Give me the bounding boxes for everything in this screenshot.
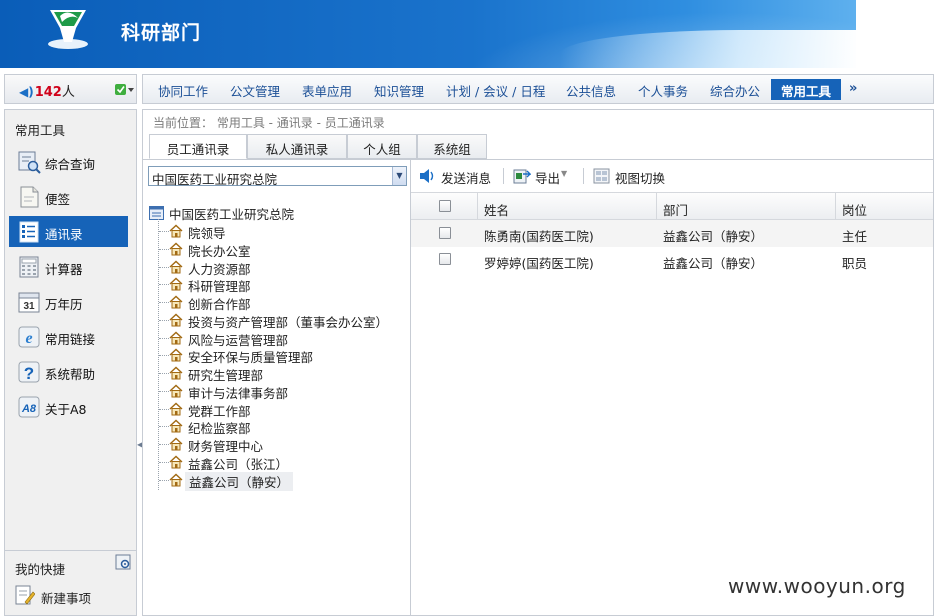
help-icon: ? bbox=[18, 361, 40, 383]
sidebar-item-calendar[interactable]: 31 万年历 bbox=[9, 286, 128, 317]
logo-icon bbox=[48, 10, 88, 49]
page-title: 科研部门 bbox=[121, 22, 202, 44]
svg-text:31: 31 bbox=[23, 301, 35, 312]
table-row[interactable]: 罗婷婷(国药医工院) 益鑫公司（静安） 职员 bbox=[411, 247, 933, 274]
column-header-post[interactable]: 岗位 bbox=[842, 200, 867, 219]
new-item-icon bbox=[15, 585, 35, 605]
tab-system-group[interactable]: 系统组 bbox=[417, 134, 487, 159]
chevron-down-icon[interactable]: ▼ bbox=[392, 167, 406, 185]
search-query-icon bbox=[18, 151, 41, 174]
sidebar: 常用工具 综合查询 便签 通讯录 计算器 31 万年历 e 常用链接 ? 系统帮… bbox=[4, 109, 137, 616]
sidebar-item-links[interactable]: e 常用链接 bbox=[9, 321, 128, 352]
note-icon bbox=[20, 186, 39, 208]
department-icon bbox=[169, 277, 183, 291]
sidebar-item-query[interactable]: 综合查询 bbox=[9, 146, 128, 177]
nav-item-personal[interactable]: 个人事务 bbox=[638, 81, 688, 100]
department-icon bbox=[169, 419, 183, 433]
cell-dept: 益鑫公司（静安） bbox=[663, 256, 764, 271]
link-icon: e bbox=[18, 326, 40, 348]
status-dropdown-icon[interactable] bbox=[115, 83, 135, 97]
speaker-icon bbox=[420, 169, 434, 183]
contacts-pane: 发送消息 导出 ▼ 视图切换 姓名 部门 岗位 陈勇南(国药医工院) 益鑫公司（… bbox=[411, 160, 933, 616]
calculator-icon bbox=[19, 256, 39, 278]
sidebar-item-about[interactable]: A8 关于A8 bbox=[9, 391, 128, 422]
select-all-checkbox[interactable] bbox=[439, 200, 451, 212]
org-select[interactable]: 中国医药工业研究总院 ▼ bbox=[148, 166, 407, 187]
online-count[interactable]: ◀)142人 bbox=[19, 81, 75, 100]
department-icon bbox=[169, 242, 183, 256]
nav-item-forms[interactable]: 表单应用 bbox=[302, 81, 352, 100]
nav-item-tools[interactable]: 常用工具 bbox=[771, 79, 842, 100]
watermark: www.wooyun.org bbox=[728, 574, 906, 598]
calendar-icon: 31 bbox=[18, 292, 40, 313]
cell-post: 主任 bbox=[842, 229, 868, 244]
department-icon bbox=[169, 473, 183, 486]
organization-icon bbox=[149, 206, 164, 220]
chevron-down-icon: ▼ bbox=[561, 169, 568, 178]
address-book-icon bbox=[19, 221, 39, 243]
nav-item-public-info[interactable]: 公共信息 bbox=[566, 81, 616, 100]
department-icon bbox=[169, 331, 183, 344]
top-banner: 科研部门 bbox=[0, 0, 856, 68]
nav-item-schedule[interactable]: 计划 / 会议 / 日程 bbox=[446, 81, 545, 100]
department-icon bbox=[169, 366, 183, 380]
nav-item-knowledge[interactable]: 知识管理 bbox=[374, 81, 424, 100]
nav-item-collab[interactable]: 协同工作 bbox=[158, 81, 208, 100]
row-checkbox[interactable] bbox=[439, 253, 451, 265]
sidebar-item-help[interactable]: ? 系统帮助 bbox=[9, 356, 128, 387]
sidebar-item-note[interactable]: 便签 bbox=[9, 181, 128, 212]
department-icon bbox=[169, 224, 183, 238]
breadcrumb: 当前位置： 常用工具 - 通讯录 - 员工通讯录 bbox=[153, 116, 385, 130]
svg-text:e: e bbox=[25, 330, 32, 347]
svg-text:?: ? bbox=[24, 364, 34, 383]
sidebar-item-calculator[interactable]: 计算器 bbox=[9, 251, 128, 282]
row-checkbox[interactable] bbox=[439, 227, 451, 239]
department-icon bbox=[169, 455, 183, 469]
column-header-dept[interactable]: 部门 bbox=[663, 200, 688, 219]
nav-item-docs[interactable]: 公文管理 bbox=[230, 81, 280, 100]
column-header-name[interactable]: 姓名 bbox=[484, 200, 509, 219]
department-icon bbox=[169, 384, 183, 398]
svg-text:A8: A8 bbox=[21, 403, 37, 415]
export-icon bbox=[513, 169, 531, 184]
speaker-icon: ◀) bbox=[19, 85, 34, 99]
double-chevron-right-icon[interactable]: » bbox=[849, 81, 857, 96]
quick-title: 我的快捷 bbox=[15, 562, 66, 577]
department-icon bbox=[169, 437, 183, 451]
table-header: 姓名 部门 岗位 bbox=[411, 192, 933, 221]
department-icon bbox=[169, 295, 183, 309]
department-icon bbox=[169, 348, 183, 362]
department-icon bbox=[169, 313, 183, 327]
org-tree-pane: 中国医药工业研究总院 ▼ 中国医药工业研究总院 院领导 院长办公室 人力资源部 科研管… bbox=[143, 160, 411, 616]
cell-name: 陈勇南(国药医工院) bbox=[484, 229, 594, 244]
online-status-bar: ◀)142人 bbox=[4, 74, 137, 104]
sidebar-item-contacts[interactable]: 通讯录 bbox=[9, 216, 128, 247]
contacts-toolbar: 发送消息 导出 ▼ 视图切换 bbox=[411, 160, 933, 192]
main-content: 当前位置： 常用工具 - 通讯录 - 员工通讯录 员工通讯录 私人通讯录 个人组… bbox=[142, 109, 934, 616]
view-switch-icon bbox=[593, 168, 610, 184]
cell-dept: 益鑫公司（静安） bbox=[663, 229, 764, 244]
cell-post: 职员 bbox=[842, 256, 868, 271]
main-nav: 协同工作 公文管理 表单应用 知识管理 计划 / 会议 / 日程 公共信息 个人… bbox=[142, 74, 934, 104]
tab-private-contacts[interactable]: 私人通讯录 bbox=[247, 134, 347, 159]
tab-personal-group[interactable]: 个人组 bbox=[347, 134, 417, 159]
department-icon bbox=[169, 260, 183, 273]
table-row[interactable]: 陈勇南(国药医工院) 益鑫公司（静安） 主任 bbox=[411, 220, 933, 247]
sidebar-title: 常用工具 bbox=[15, 123, 66, 138]
cell-name: 罗婷婷(国药医工院) bbox=[484, 256, 594, 271]
quick-access: 我的快捷 新建事项 bbox=[5, 550, 136, 615]
nav-item-office[interactable]: 综合办公 bbox=[710, 81, 760, 100]
department-icon bbox=[169, 402, 183, 415]
quick-settings-icon[interactable] bbox=[115, 554, 131, 570]
tab-employee-contacts[interactable]: 员工通讯录 bbox=[149, 134, 247, 159]
about-icon: A8 bbox=[18, 396, 40, 418]
